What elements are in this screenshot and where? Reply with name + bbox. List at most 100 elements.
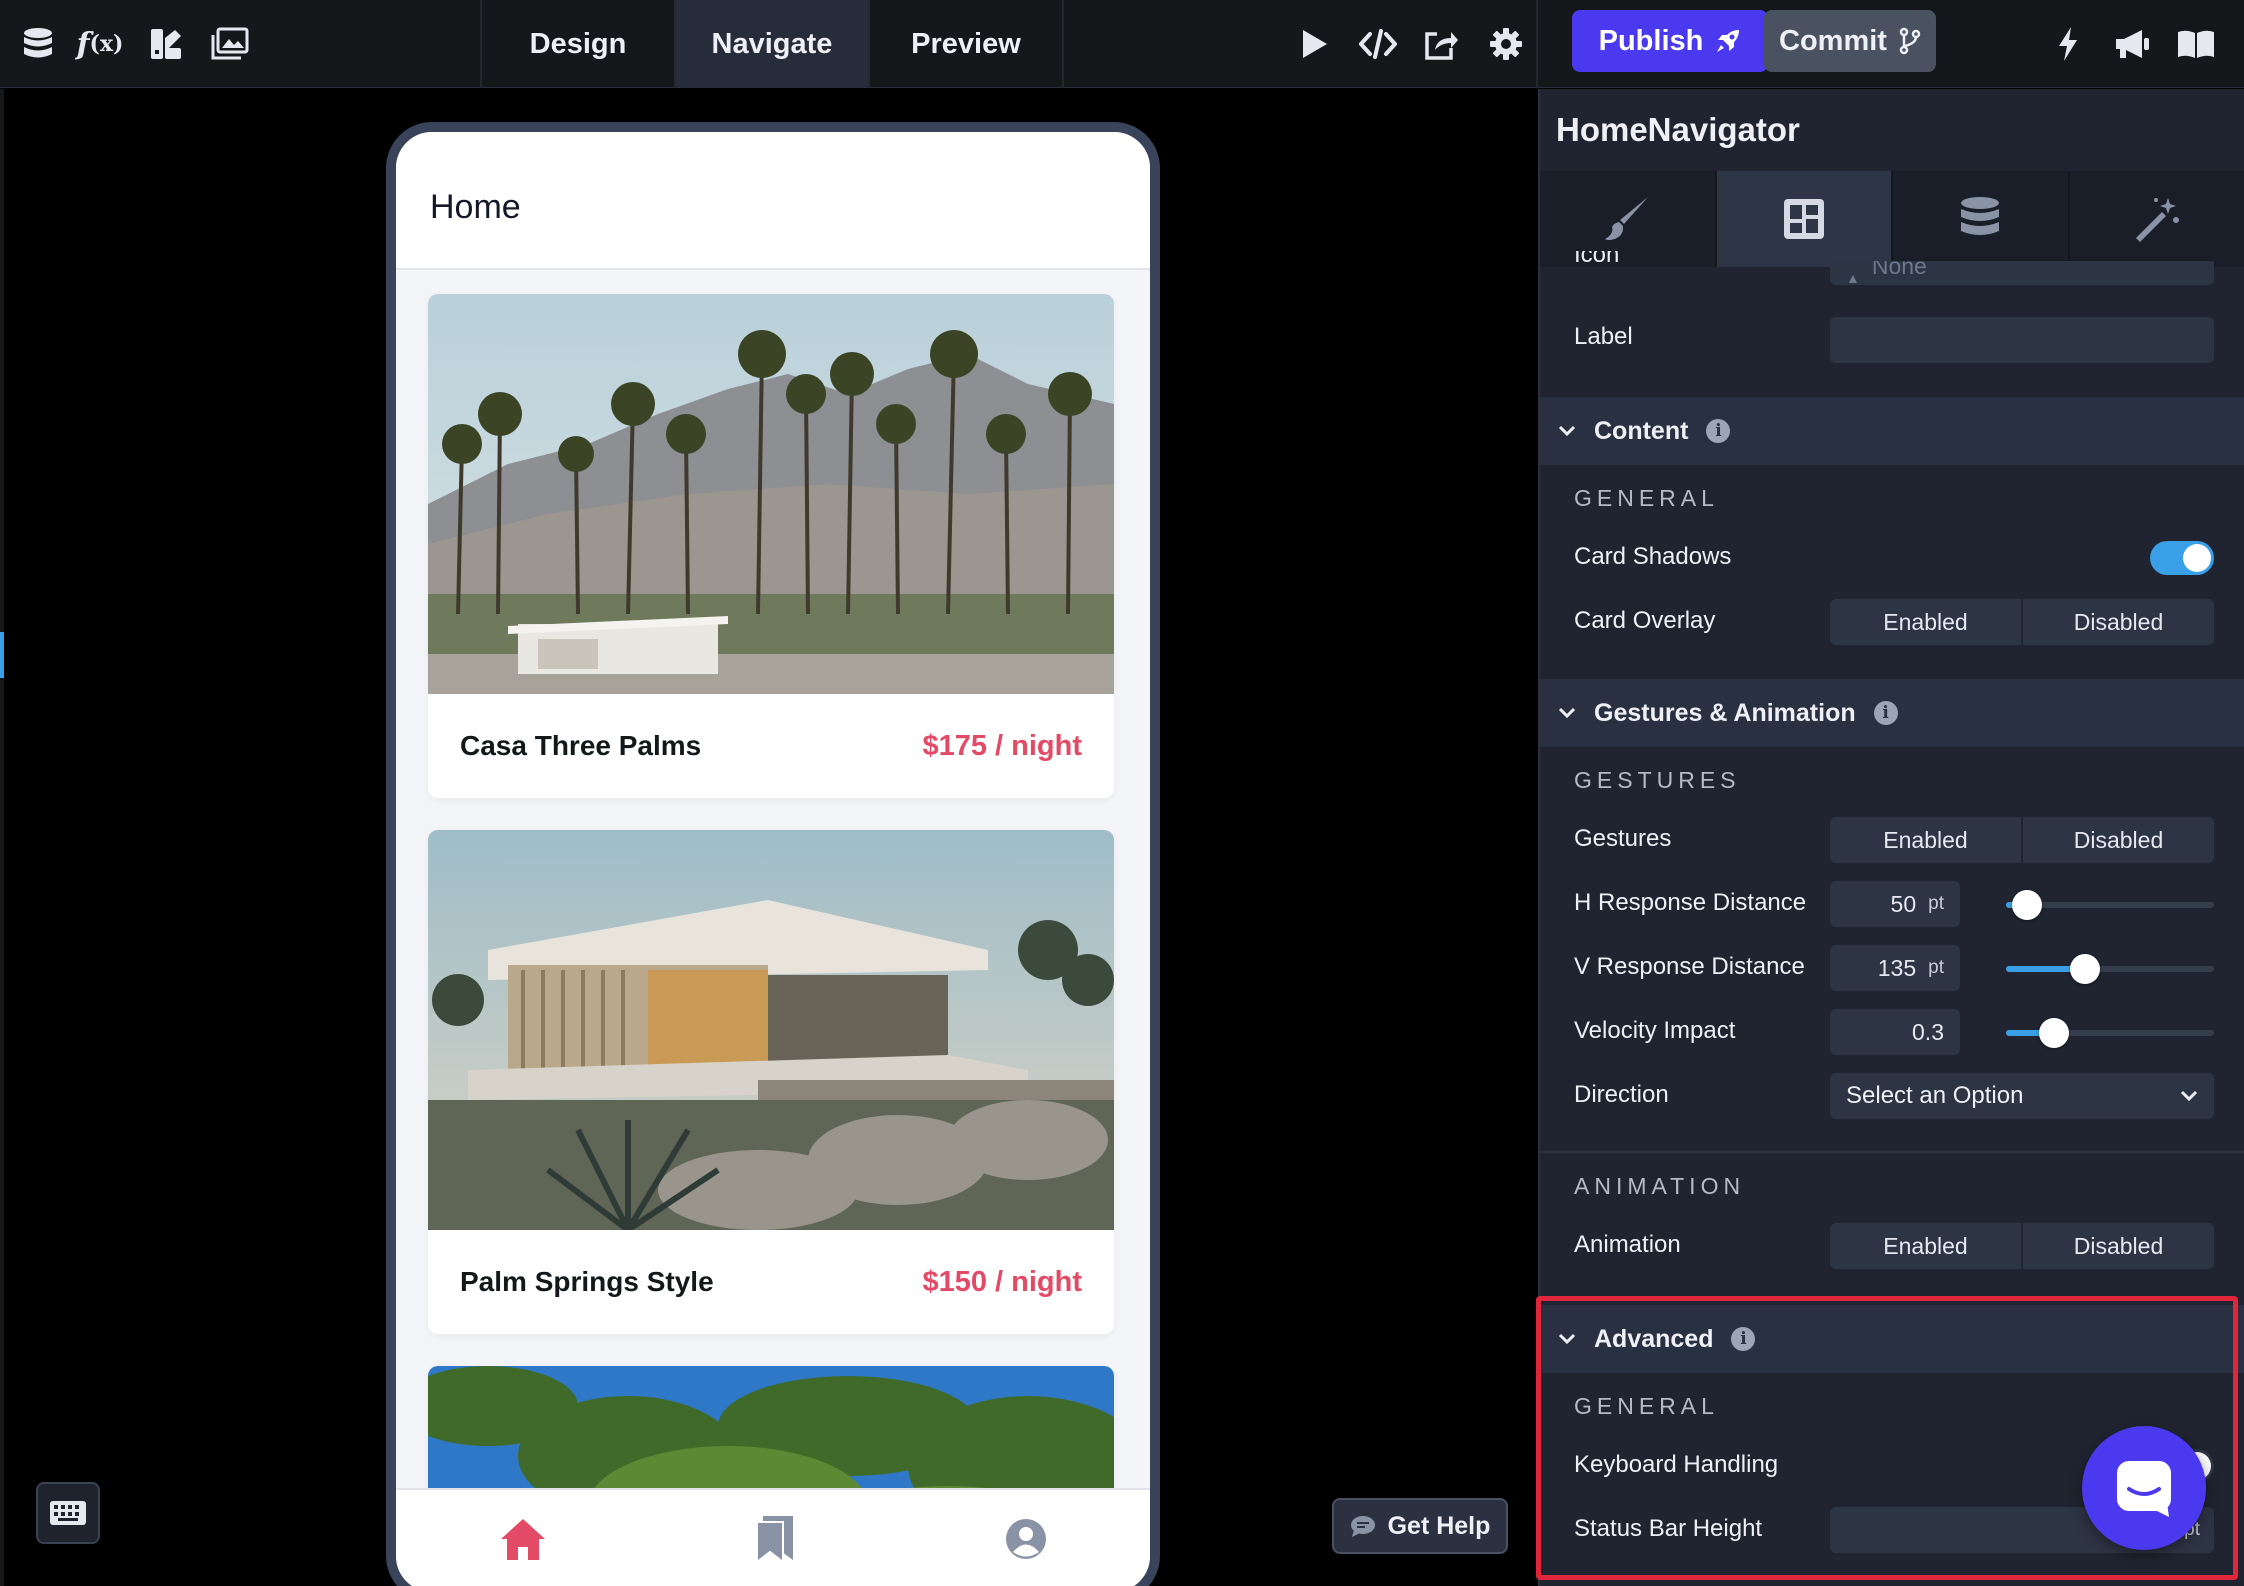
- property-price: $150 / night: [922, 1265, 1082, 1298]
- tab-actions[interactable]: [2069, 171, 2244, 267]
- info-icon[interactable]: i: [1873, 701, 1898, 725]
- card-shadows-toggle[interactable]: [2150, 541, 2214, 575]
- keyboard-handling-label: Keyboard Handling: [1574, 1451, 1779, 1478]
- animation-caption: ANIMATION: [1574, 1173, 1746, 1199]
- keyboard-icon: [50, 1501, 86, 1525]
- keyboard-shortcuts-button[interactable]: [36, 1482, 100, 1544]
- property-photo-modern-house: [428, 830, 1114, 1230]
- support-chat-button[interactable]: [2082, 1426, 2206, 1550]
- play-icon[interactable]: [1292, 22, 1336, 66]
- velocity-impact-slider[interactable]: [2006, 1018, 2214, 1048]
- brush-icon: [1605, 197, 1649, 240]
- toolbar-divider: [1536, 0, 1538, 88]
- animation-segmented: Enabled Disabled: [1830, 1223, 2214, 1269]
- info-icon[interactable]: i: [1731, 1327, 1756, 1351]
- chat-icon: [2117, 1461, 2171, 1517]
- direction-select[interactable]: Select an Option: [1830, 1073, 2214, 1119]
- share-icon[interactable]: [1418, 22, 1462, 66]
- tab-navigate[interactable]: Navigate: [676, 0, 868, 88]
- card-overlay-disabled[interactable]: Disabled: [2023, 599, 2214, 645]
- widget-name: HomeNavigator: [1556, 111, 1800, 148]
- gestures-section-header[interactable]: Gestures & Animation i: [1540, 679, 2244, 747]
- slider-thumb[interactable]: [2039, 1018, 2069, 1048]
- phone-preview: Home Casa Three Palms $175 / night Palm …: [386, 122, 1160, 1586]
- chevron-down-icon: [2180, 1090, 2198, 1102]
- animation-label: Animation: [1574, 1231, 1681, 1258]
- screen-title: Home: [430, 188, 521, 226]
- app-bar: Home: [396, 132, 1150, 270]
- get-help-button[interactable]: Get Help: [1332, 1498, 1508, 1554]
- toolbar-divider: [1062, 0, 1064, 88]
- gestures-disabled[interactable]: Disabled: [2023, 817, 2214, 863]
- panel-tabs: [1540, 171, 2244, 267]
- toggle-knob: [2183, 544, 2211, 572]
- publish-button[interactable]: Publish: [1572, 10, 1768, 72]
- bolt-icon[interactable]: [2046, 22, 2090, 66]
- icon-label: Icon: [1574, 251, 1620, 268]
- card-shadows-label: Card Shadows: [1574, 543, 1732, 570]
- gestures-segmented: Enabled Disabled: [1830, 817, 2214, 863]
- info-icon[interactable]: i: [1706, 419, 1731, 443]
- rocket-icon: [1717, 30, 1740, 52]
- label-label: Label: [1574, 323, 1633, 350]
- tab-style[interactable]: [1540, 171, 1717, 267]
- get-help-label: Get Help: [1387, 1511, 1491, 1540]
- properties-panel: HomeNavigator ▲ None Icon Label Content …: [1538, 89, 2244, 1586]
- triangle-icon: ▲: [1846, 270, 1860, 285]
- tab-preview[interactable]: Preview: [870, 0, 1062, 88]
- h-response-input[interactable]: 50 pt: [1830, 881, 1960, 927]
- advanced-section-header[interactable]: Advanced i: [1540, 1305, 2244, 1373]
- h-response-slider[interactable]: [2006, 890, 2214, 920]
- card-footer: Palm Springs Style $150 / night: [428, 1230, 1114, 1334]
- slider-thumb[interactable]: [2012, 890, 2042, 920]
- code-icon[interactable]: [1356, 22, 1400, 66]
- media-icon[interactable]: [208, 22, 252, 66]
- v-response-slider[interactable]: [2006, 954, 2214, 984]
- database-icon[interactable]: [16, 22, 60, 66]
- velocity-impact-label: Velocity Impact: [1574, 1017, 1736, 1044]
- layout-icon: [1783, 199, 1824, 239]
- status-bar-height-label: Status Bar Height: [1574, 1515, 1763, 1542]
- section-divider: [1540, 1151, 2244, 1153]
- direction-label: Direction: [1574, 1081, 1669, 1108]
- property-name: Palm Springs Style: [460, 1266, 714, 1297]
- property-price: $175 / night: [922, 729, 1082, 762]
- tab-layout[interactable]: [1716, 171, 1893, 267]
- property-card[interactable]: Casa Three Palms $175 / night: [428, 294, 1114, 798]
- bookmark-icon[interactable]: [753, 1514, 799, 1569]
- theme-icon[interactable]: [144, 22, 188, 66]
- megaphone-icon[interactable]: [2110, 22, 2154, 66]
- left-rail-marker: [0, 632, 4, 678]
- velocity-impact-input[interactable]: 0.3: [1830, 1009, 1960, 1055]
- v-response-input[interactable]: 135 pt: [1830, 945, 1960, 991]
- h-response-label: H Response Distance: [1574, 889, 1807, 916]
- profile-icon[interactable]: [1004, 1517, 1048, 1566]
- animation-enabled[interactable]: Enabled: [1830, 1223, 2023, 1269]
- gestures-caption: GESTURES: [1574, 767, 1741, 793]
- function-icon[interactable]: f (x): [77, 22, 124, 66]
- tab-backend-query[interactable]: [1893, 171, 2070, 267]
- section-title: Advanced: [1594, 1324, 1714, 1353]
- label-input[interactable]: [1830, 317, 2214, 363]
- card-overlay-enabled[interactable]: Enabled: [1830, 599, 2023, 645]
- database-icon: [1961, 197, 2000, 235]
- advanced-general-caption: GENERAL: [1574, 1393, 1719, 1419]
- home-icon[interactable]: [498, 1516, 548, 1567]
- icon-value: None: [1871, 261, 1927, 279]
- commit-button[interactable]: Commit: [1764, 10, 1936, 72]
- icon-picker[interactable]: ▲ None: [1830, 261, 2214, 285]
- magic-wand-icon: [2135, 198, 2179, 242]
- chevron-down-icon: [1558, 707, 1582, 719]
- section-title: Content: [1594, 416, 1689, 445]
- property-card[interactable]: Palm Springs Style $150 / night: [428, 830, 1114, 1334]
- direction-value: Select an Option: [1846, 1082, 2024, 1109]
- book-icon[interactable]: [2174, 22, 2218, 66]
- slider-thumb[interactable]: [2070, 954, 2100, 984]
- commit-label: Commit: [1779, 24, 1887, 57]
- tab-design[interactable]: Design: [482, 0, 674, 88]
- content-section-header[interactable]: Content i: [1540, 397, 2244, 465]
- property-photo-palms: [428, 294, 1114, 694]
- gear-icon[interactable]: [1484, 22, 1528, 66]
- gestures-enabled[interactable]: Enabled: [1830, 817, 2023, 863]
- animation-disabled[interactable]: Disabled: [2023, 1223, 2214, 1269]
